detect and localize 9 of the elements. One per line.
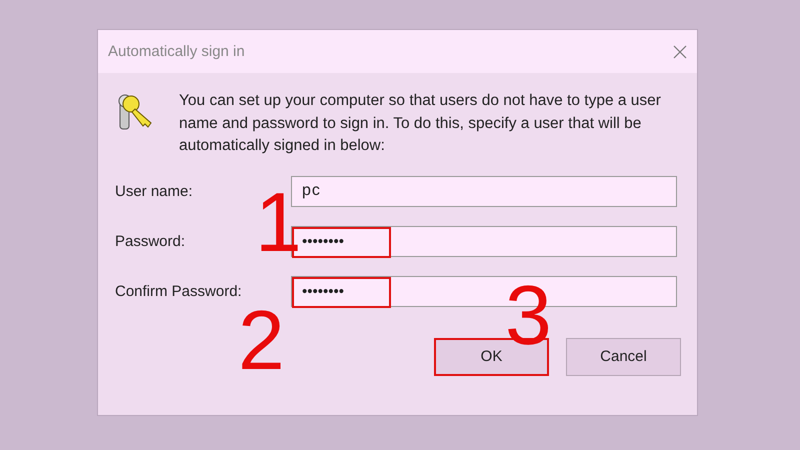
window-title: Automatically sign in (108, 43, 245, 60)
username-field[interactable]: pc (291, 176, 677, 206)
field-label: Password: (115, 232, 186, 250)
field-label: Confirm Password: (115, 282, 243, 300)
close-icon[interactable] (673, 44, 687, 58)
cancel-button[interactable]: Cancel (566, 338, 681, 376)
description: You can set up your computer so that users do not have to type a user name and password to sign in. To do this, specify a user that will be automatically signed in below: (179, 91, 662, 156)
field-label: User name: (115, 182, 194, 200)
step-number: 2 (238, 298, 285, 382)
